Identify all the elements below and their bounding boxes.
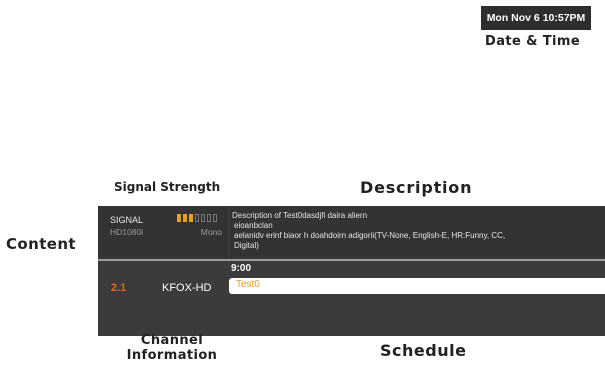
- description-area: Description of Test0dasdjfi daira aliern…: [230, 206, 605, 258]
- program-cell[interactable]: Test0: [229, 278, 605, 294]
- signal-meter-segment: [213, 214, 217, 222]
- signal-meter-segment: [207, 214, 211, 222]
- signal-meter-segment: [189, 214, 193, 222]
- annotation-signal-strength: Signal Strength: [114, 180, 221, 194]
- signal-meter-segment: [201, 214, 205, 222]
- annotation-content: Content: [6, 235, 76, 253]
- description-line: Description of Test0dasdjfi daira aliern: [232, 211, 368, 220]
- channel-number[interactable]: 2.1: [111, 282, 126, 294]
- datetime-text: Mon Nov 6 10:57PM: [486, 12, 586, 24]
- datetime-display: Mon Nov 6 10:57PM: [481, 6, 591, 30]
- signal-strength-box: SIGNAL HD1080i Mono: [98, 206, 228, 258]
- description-line: Digital): [234, 241, 259, 250]
- signal-meter: [177, 214, 217, 222]
- signal-resolution: HD1080i: [110, 227, 144, 237]
- signal-audio: Mono: [200, 227, 222, 237]
- signal-meter-segment: [183, 214, 187, 222]
- description-line: eioanbclan: [234, 221, 273, 230]
- signal-label: SIGNAL: [110, 215, 144, 225]
- annotation-schedule: Schedule: [380, 341, 467, 360]
- annotation-description: Description: [360, 178, 473, 197]
- signal-meter-segment: [177, 214, 181, 222]
- channel-name[interactable]: KFOX-HD: [162, 282, 212, 294]
- annotation-date-time: Date & Time: [485, 34, 581, 49]
- program-title: Test0: [236, 279, 260, 290]
- schedule-time-slot: 9:00: [231, 263, 252, 274]
- signal-meter-segment: [195, 214, 199, 222]
- tv-guide-panel: SIGNAL HD1080i Mono Description of Test0…: [98, 206, 605, 336]
- description-line: aelanidv erinf biaor h doahdoirn adigori…: [234, 231, 506, 240]
- panel-divider: [98, 259, 605, 261]
- annotation-channel-information: Channel Information: [126, 333, 218, 363]
